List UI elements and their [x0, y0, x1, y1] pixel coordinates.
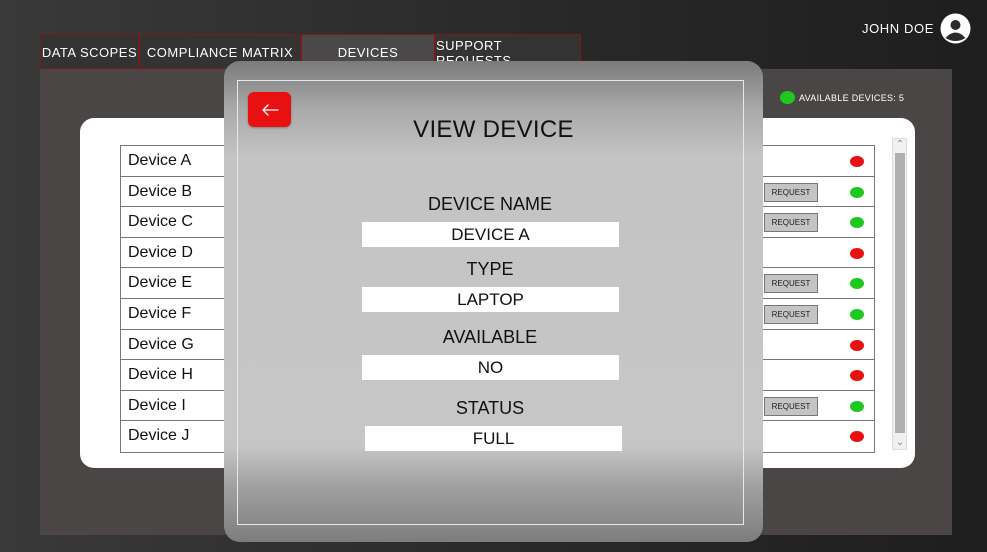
status-dot-icon	[850, 370, 864, 382]
modal-title: VIEW DEVICE	[413, 116, 574, 143]
status-dot-icon	[850, 278, 864, 290]
device-name-field: DEVICE A	[362, 222, 619, 247]
available-field: NO	[362, 355, 619, 380]
status-dot-icon	[850, 308, 864, 320]
available-devices-count: AVAILABLE DEVICES: 5	[799, 93, 905, 103]
status-dot-icon	[850, 431, 864, 443]
status-dot-icon	[850, 217, 864, 229]
device-name: Device G	[128, 335, 194, 353]
available-indicator-icon	[780, 91, 795, 104]
table-scrollbar[interactable]: ⌃ ⌄	[892, 138, 907, 450]
request-button[interactable]: REQUEST	[764, 396, 818, 416]
arrow-left-icon	[261, 103, 279, 116]
device-name: Device B	[128, 182, 193, 200]
status-dot-icon	[850, 400, 864, 412]
type-label: TYPE	[466, 259, 514, 279]
chevron-up-icon[interactable]: ⌃	[894, 139, 906, 151]
device-name: Device I	[128, 396, 186, 414]
status-field: FULL	[365, 426, 622, 451]
status-dot-icon	[850, 247, 864, 259]
request-button[interactable]: REQUEST	[764, 304, 818, 324]
request-button[interactable]: REQUEST	[764, 213, 818, 233]
device-name: Device A	[128, 152, 192, 169]
tab-data-scopes[interactable]: DATA SCOPES	[40, 34, 139, 69]
status-label: STATUS	[455, 398, 525, 418]
device-name: Device D	[128, 243, 193, 261]
device-name: Device H	[128, 366, 193, 384]
device-name: Device F	[128, 304, 192, 322]
device-name: Device C	[128, 213, 193, 231]
device-name-label: DEVICE NAME	[427, 194, 553, 214]
status-dot-icon	[850, 339, 864, 351]
scrollbar-thumb[interactable]	[895, 153, 905, 433]
request-button[interactable]: REQUEST	[764, 182, 818, 202]
type-field: LAPTOP	[362, 287, 619, 312]
status-dot-icon	[850, 186, 864, 198]
chevron-down-icon[interactable]: ⌄	[894, 437, 906, 449]
status-dot-icon	[850, 156, 864, 167]
available-label: AVAILABLE	[442, 327, 538, 347]
user-name: JOHN DOE	[862, 21, 934, 36]
device-name: Device J	[128, 427, 190, 445]
request-button[interactable]: REQUEST	[764, 274, 818, 294]
user-avatar-icon[interactable]	[940, 13, 971, 44]
device-name: Device E	[128, 274, 193, 292]
